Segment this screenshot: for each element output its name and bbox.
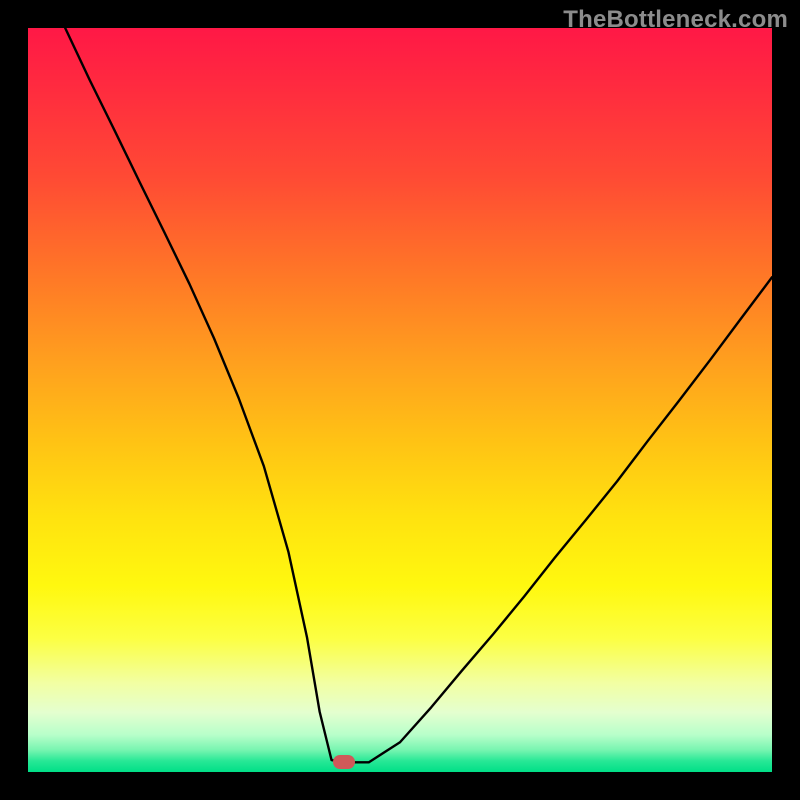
chart-frame: TheBottleneck.com xyxy=(0,0,800,800)
plot-area xyxy=(28,28,772,772)
bottleneck-curve xyxy=(28,28,772,772)
optimal-marker xyxy=(333,755,355,769)
